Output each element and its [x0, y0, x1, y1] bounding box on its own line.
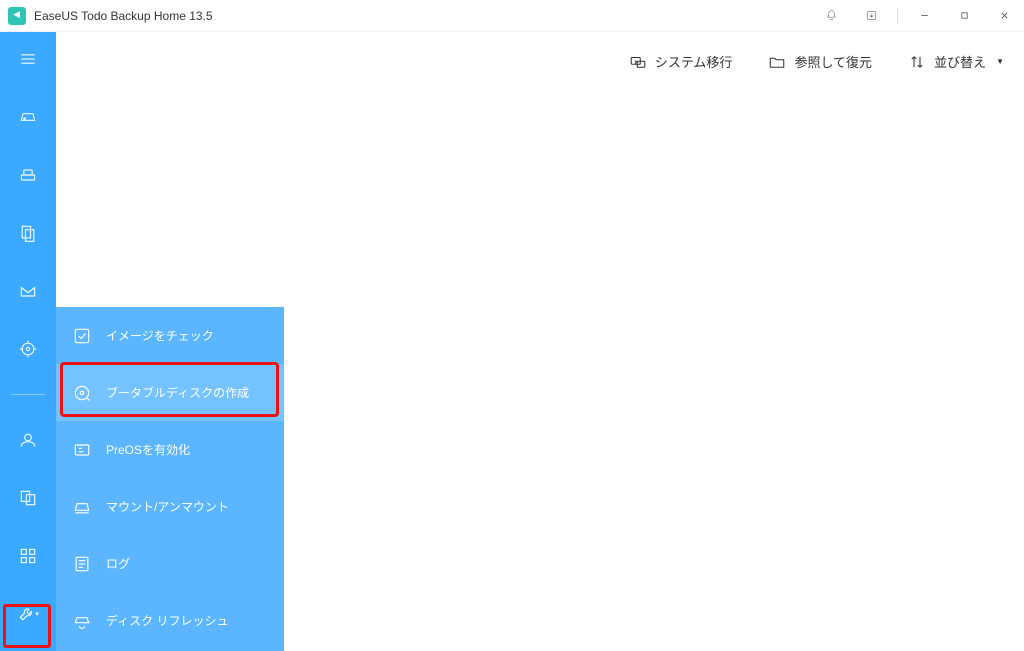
system-backup-icon[interactable] — [0, 160, 56, 190]
notification-icon[interactable] — [811, 0, 851, 32]
chevron-down-icon: ▼ — [996, 57, 1004, 66]
minimize-button[interactable] — [904, 0, 944, 32]
submenu-label: マウント/アンマウント — [106, 498, 229, 515]
disk-backup-icon[interactable] — [0, 102, 56, 132]
system-transfer-icon — [629, 53, 647, 71]
system-transfer-button[interactable]: システム移行 — [629, 52, 733, 71]
submenu-label: イメージをチェック — [106, 327, 214, 344]
toolbar-label: 参照して復元 — [794, 52, 872, 71]
submenu-disk-refresh[interactable]: ディスク リフレッシュ — [56, 592, 284, 649]
separator — [897, 8, 898, 24]
submenu-enable-preos[interactable]: PreOSを有効化 — [56, 421, 284, 478]
activation-icon[interactable] — [851, 0, 891, 32]
maximize-button[interactable] — [944, 0, 984, 32]
apps-icon[interactable] — [0, 541, 56, 571]
titlebar: EaseUS Todo Backup Home 13.5 — [0, 0, 1024, 32]
submenu-create-bootable[interactable]: ブータブルディスクの作成 — [56, 364, 284, 421]
hamburger-icon[interactable] — [0, 44, 56, 74]
close-button[interactable] — [984, 0, 1024, 32]
disk-refresh-icon — [72, 611, 92, 631]
folder-icon — [768, 53, 786, 71]
browse-restore-button[interactable]: 参照して復元 — [768, 52, 872, 71]
mount-icon — [72, 497, 92, 517]
mail-backup-icon[interactable] — [0, 276, 56, 306]
check-image-icon — [72, 326, 92, 346]
sidebar: ▾ — [0, 32, 56, 651]
toolbar-label: 並び替え — [934, 52, 986, 71]
window-title: EaseUS Todo Backup Home 13.5 — [34, 9, 811, 23]
submenu-label: ログ — [106, 555, 130, 572]
top-toolbar: システム移行 参照して復元 並び替え ▼ — [629, 52, 1004, 71]
file-backup-icon[interactable] — [0, 218, 56, 248]
main-content: システム移行 参照して復元 並び替え ▼ — [284, 32, 1024, 651]
account-icon[interactable] — [0, 425, 56, 455]
submenu-mount-unmount[interactable]: マウント/アンマウント — [56, 478, 284, 535]
create-bootable-icon — [72, 383, 92, 403]
tools-wrench-icon[interactable]: ▾ — [0, 599, 56, 629]
clone-icon[interactable] — [0, 483, 56, 513]
tools-submenu: イメージをチェック ブータブルディスクの作成 PreOSを有効化 マウント/アン… — [56, 307, 284, 651]
submenu-label: ディスク リフレッシュ — [106, 612, 229, 629]
app-icon — [8, 7, 26, 25]
submenu-label: ブータブルディスクの作成 — [106, 384, 249, 401]
submenu-log[interactable]: ログ — [56, 535, 284, 592]
submenu-label: PreOSを有効化 — [106, 441, 190, 458]
sort-icon — [908, 53, 926, 71]
sort-button[interactable]: 並び替え ▼ — [908, 52, 1004, 71]
enable-preos-icon — [72, 440, 92, 460]
toolbar-label: システム移行 — [655, 52, 733, 71]
submenu-check-image[interactable]: イメージをチェック — [56, 307, 284, 364]
sidebar-divider — [11, 394, 45, 395]
window-buttons — [811, 0, 1024, 32]
log-icon — [72, 554, 92, 574]
target-icon[interactable] — [0, 334, 56, 364]
